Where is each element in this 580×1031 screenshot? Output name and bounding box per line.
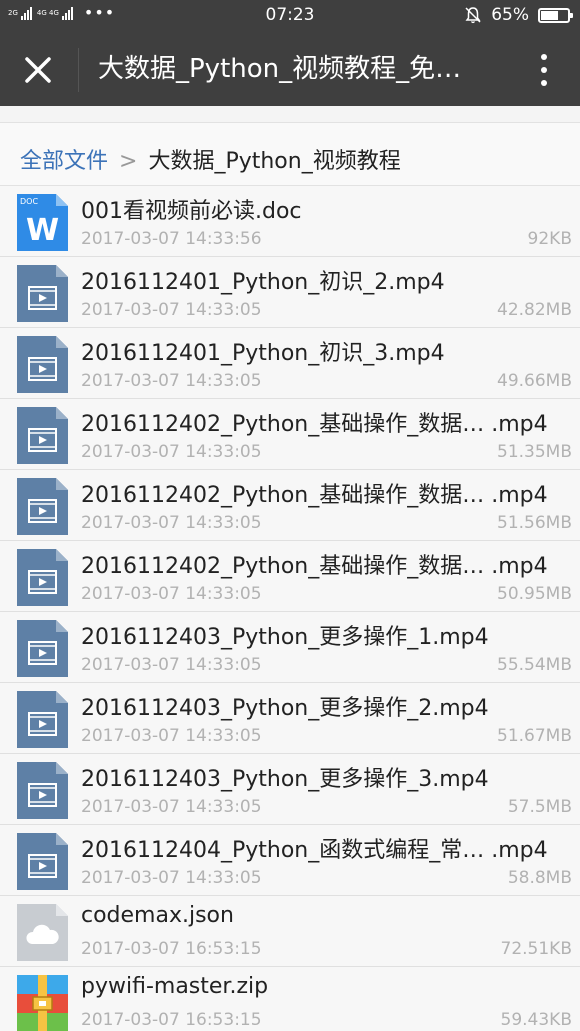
file-size: 72.51KB [500,939,572,959]
file-name: 2016112402_Python_基础操作_数据… .mp4 [81,483,548,508]
file-name: codemax.json [81,903,234,928]
file-date: 2017-03-07 14:33:05 [81,513,262,533]
battery-percent: 65% [491,5,529,25]
close-button[interactable] [18,50,58,90]
cloud-file-icon [17,904,68,961]
video-file-icon [17,691,68,748]
file-size: 58.8MB [507,868,572,888]
file-size: 49.66MB [497,371,572,391]
file-name: 2016112402_Python_基础操作_数据… .mp4 [81,412,548,437]
file-list-item[interactable]: codemax.json 2017-03-07 16:53:15 72.51KB [0,896,580,967]
file-size: 51.35MB [497,442,572,462]
file-list-item[interactable]: 2016112402_Python_基础操作_数据… .mp4 2017-03-0… [0,470,580,541]
file-name: 001看视频前必读.doc [81,199,302,224]
file-date: 2017-03-07 14:33:05 [81,371,262,391]
file-name: pywifi-master.zip [81,974,269,999]
page-title: 大数据_Python_视频教程_免… [98,54,462,84]
file-date: 2017-03-07 14:33:05 [81,442,262,462]
file-list-item[interactable]: DOC W 001看视频前必读.doc 2017-03-07 14:33:56 92KB [0,186,580,257]
mute-bell-icon [465,7,481,24]
file-date: 2017-03-07 14:33:05 [81,300,262,320]
file-name: 2016112401_Python_初识_3.mp4 [81,341,445,366]
file-name: 2016112403_Python_更多操作_2.mp4 [81,696,489,721]
battery-icon [538,7,573,23]
breadcrumb-separator: > [119,149,138,174]
file-date: 2017-03-07 14:33:05 [81,726,262,746]
more-options-button[interactable] [538,50,550,90]
video-file-icon [17,833,68,890]
video-file-icon [17,549,68,606]
svg-text:W: W [26,213,59,248]
file-list-item[interactable]: 2016112401_Python_初识_3.mp4 2017-03-07 14:… [0,328,580,399]
status-right: 65% [464,5,573,25]
app-bar-divider [78,48,79,92]
file-size: 92KB [527,229,572,249]
video-file-icon [17,478,68,535]
file-list-item[interactable]: 2016112404_Python_函数式编程_常… .mp4 2017-03-0… [0,825,580,896]
file-name: 2016112403_Python_更多操作_1.mp4 [81,625,489,650]
video-file-icon [17,336,68,393]
file-list-item[interactable]: 2016112403_Python_更多操作_3.mp4 2017-03-07 1… [0,754,580,825]
file-list-item[interactable]: pywifi-master.zip 2017-03-07 16:53:15 59.4… [0,967,580,1031]
zip-archive-icon [17,975,68,1031]
video-file-icon [17,620,68,677]
file-list: DOC W 001看视频前必读.doc 2017-03-07 14:33:56 92KB… [0,186,580,1031]
file-size: 42.82MB [497,300,572,320]
status-bar: 2G 4G 4G ••• 07:23 65% [0,0,580,34]
file-name: 2016112402_Python_基础操作_数据… .mp4 [81,554,548,579]
file-size: 55.54MB [497,655,572,675]
file-list-item[interactable]: 2016112402_Python_基础操作_数据… .mp4 2017-03-0… [0,399,580,470]
close-icon [25,57,51,83]
file-list-item[interactable]: 2016112403_Python_更多操作_1.mp4 2017-03-07 1… [0,612,580,683]
app-bar: 大数据_Python_视频教程_免… [0,34,580,106]
video-file-icon [17,265,68,322]
file-name: 2016112404_Python_函数式编程_常… .mp4 [81,838,548,863]
file-date: 2017-03-07 14:33:56 [81,229,262,249]
file-name: 2016112403_Python_更多操作_3.mp4 [81,767,489,792]
video-file-icon [17,762,68,819]
video-file-icon [17,407,68,464]
file-list-item[interactable]: 2016112401_Python_初识_2.mp4 2017-03-07 14:… [0,257,580,328]
breadcrumb-root-link[interactable]: 全部文件 [20,149,108,174]
file-size: 57.5MB [507,797,572,817]
file-date: 2017-03-07 14:33:05 [81,868,262,888]
file-date: 2017-03-07 14:33:05 [81,797,262,817]
file-date: 2017-03-07 14:33:05 [81,655,262,675]
file-list-item[interactable]: 2016112403_Python_更多操作_2.mp4 2017-03-07 1… [0,683,580,754]
breadcrumb-current: 大数据_Python_视频教程 [148,149,401,174]
file-size: 51.56MB [497,513,572,533]
word-doc-icon: DOC W [17,194,68,251]
file-size: 51.67MB [497,726,572,746]
breadcrumb: 全部文件 > 大数据_Python_视频教程 [0,122,580,186]
file-name: 2016112401_Python_初识_2.mp4 [81,270,445,295]
more-dots-icon [541,54,547,60]
file-size: 50.95MB [497,584,572,604]
file-date: 2017-03-07 16:53:15 [81,1010,262,1030]
file-date: 2017-03-07 16:53:15 [81,939,262,959]
file-date: 2017-03-07 14:33:05 [81,584,262,604]
svg-text:DOC: DOC [20,197,38,206]
file-list-item[interactable]: 2016112402_Python_基础操作_数据… .mp4 2017-03-0… [0,541,580,612]
file-size: 59.43KB [500,1010,572,1030]
